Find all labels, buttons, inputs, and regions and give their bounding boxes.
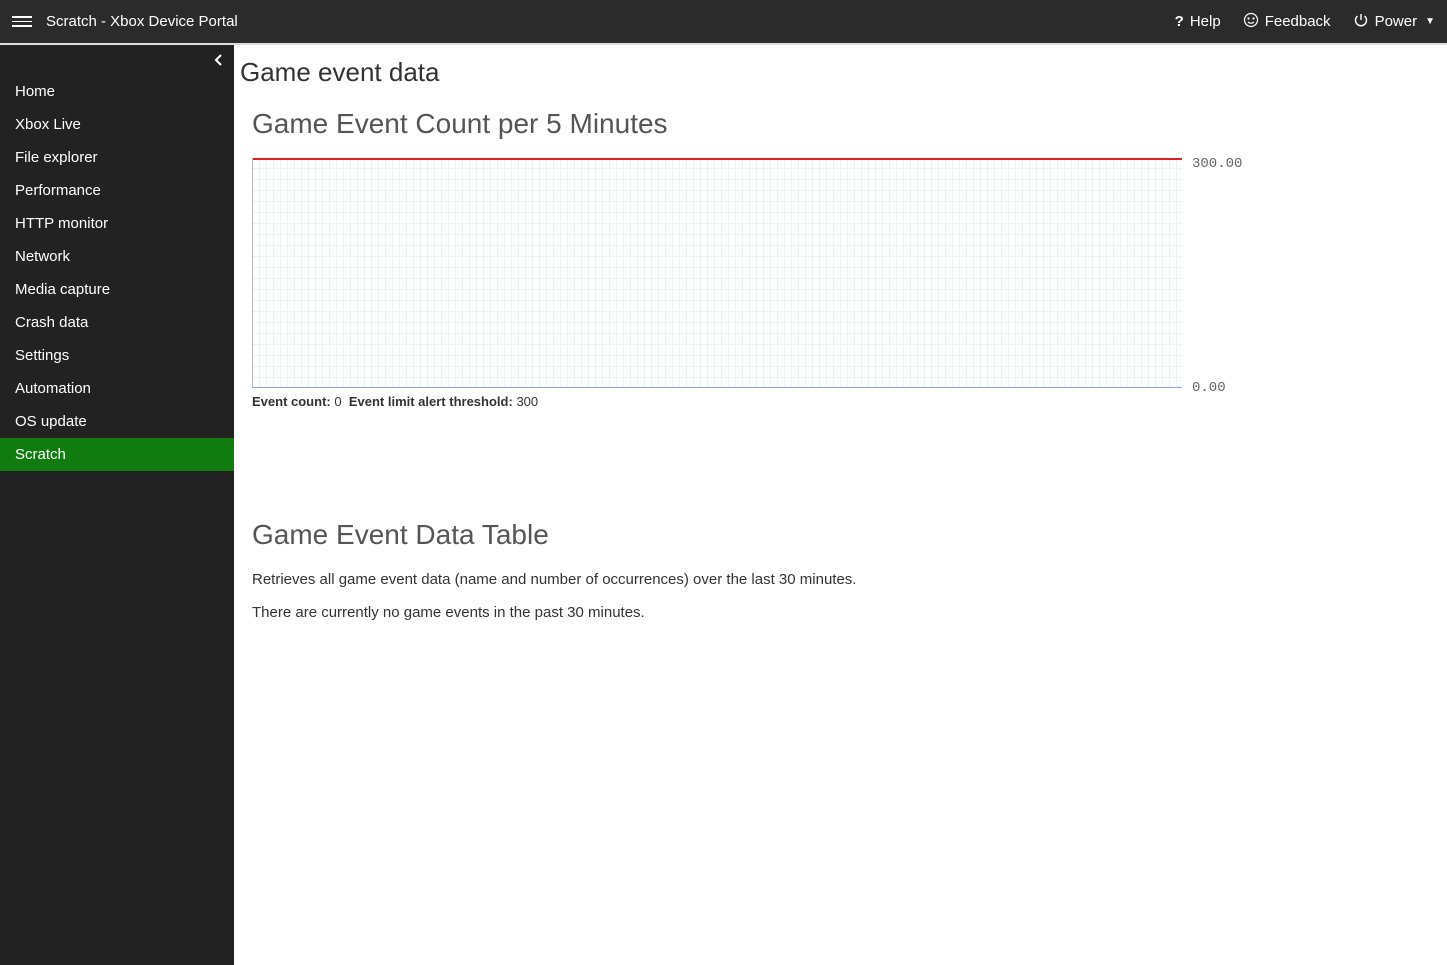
threshold-label: Event limit alert threshold: bbox=[349, 394, 513, 409]
top-bar: Scratch - Xbox Device Portal ? Help Feed… bbox=[0, 0, 1447, 43]
chart-y-max-label: 300.00 bbox=[1192, 156, 1242, 172]
chart-threshold-line bbox=[253, 158, 1182, 160]
chart-caption: Event count: 0 Event limit alert thresho… bbox=[252, 394, 1435, 409]
page-title: Game event data bbox=[240, 57, 1435, 88]
feedback-button[interactable]: Feedback bbox=[1243, 12, 1331, 32]
power-button[interactable]: Power ▼ bbox=[1353, 12, 1435, 32]
power-label: Power bbox=[1375, 13, 1418, 30]
sidebar-item-file-explorer[interactable]: File explorer bbox=[0, 141, 234, 174]
chevron-down-icon: ▼ bbox=[1425, 16, 1435, 27]
chart-section-title: Game Event Count per 5 Minutes bbox=[252, 108, 1435, 140]
help-label: Help bbox=[1190, 13, 1221, 30]
app-title: Scratch - Xbox Device Portal bbox=[46, 13, 238, 30]
sidebar-item-network[interactable]: Network bbox=[0, 240, 234, 273]
table-empty-message: There are currently no game events in th… bbox=[252, 602, 1435, 625]
table-description: Retrieves all game event data (name and … bbox=[252, 569, 1435, 592]
sidebar-item-settings[interactable]: Settings bbox=[0, 339, 234, 372]
sidebar: Home Xbox Live File explorer Performance… bbox=[0, 45, 234, 965]
chart-y-min-label: 0.00 bbox=[1192, 380, 1226, 396]
sidebar-item-home[interactable]: Home bbox=[0, 75, 234, 108]
sidebar-collapse-button[interactable] bbox=[214, 53, 224, 69]
hamburger-menu-icon[interactable] bbox=[12, 12, 32, 32]
sidebar-nav: Home Xbox Live File explorer Performance… bbox=[0, 45, 234, 471]
sidebar-item-scratch[interactable]: Scratch bbox=[0, 438, 234, 471]
chevron-left-icon bbox=[214, 54, 224, 66]
sidebar-item-media-capture[interactable]: Media capture bbox=[0, 273, 234, 306]
sidebar-item-performance[interactable]: Performance bbox=[0, 174, 234, 207]
smiley-icon bbox=[1243, 12, 1259, 32]
power-icon bbox=[1353, 12, 1369, 32]
sidebar-item-os-update[interactable]: OS update bbox=[0, 405, 234, 438]
chart-container: 300.00 0.00 bbox=[252, 158, 1435, 388]
feedback-label: Feedback bbox=[1265, 13, 1331, 30]
main-content: Game event data Game Event Count per 5 M… bbox=[234, 45, 1447, 965]
chart-plot-area bbox=[252, 158, 1182, 388]
help-button[interactable]: ? Help bbox=[1175, 13, 1221, 30]
sidebar-item-http-monitor[interactable]: HTTP monitor bbox=[0, 207, 234, 240]
sidebar-item-xbox-live[interactable]: Xbox Live bbox=[0, 108, 234, 141]
table-section-title: Game Event Data Table bbox=[252, 519, 1435, 551]
question-icon: ? bbox=[1175, 13, 1184, 30]
threshold-value: 300 bbox=[516, 394, 538, 409]
sidebar-item-crash-data[interactable]: Crash data bbox=[0, 306, 234, 339]
sidebar-item-automation[interactable]: Automation bbox=[0, 372, 234, 405]
event-count-label: Event count: bbox=[252, 394, 331, 409]
event-count-value: 0 bbox=[334, 394, 341, 409]
